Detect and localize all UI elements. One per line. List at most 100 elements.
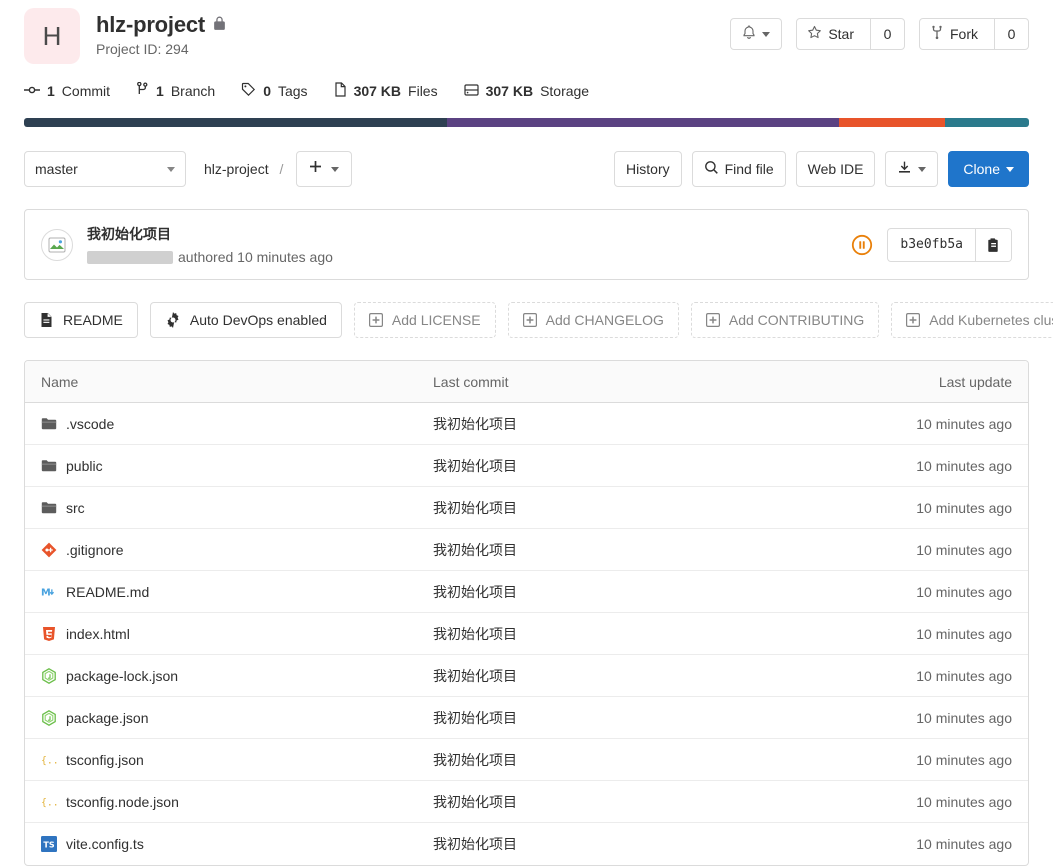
bell-icon xyxy=(742,25,756,43)
table-row[interactable]: .vscode 我初始化项目 10 minutes ago xyxy=(25,403,1028,445)
breadcrumb-root[interactable]: hlz-project xyxy=(204,161,269,177)
last-commit-cell[interactable]: 我初始化项目 xyxy=(433,792,862,812)
last-commit-cell[interactable]: 我初始化项目 xyxy=(433,582,862,602)
table-row[interactable]: public 我初始化项目 10 minutes ago xyxy=(25,445,1028,487)
stat-value: 1 xyxy=(156,83,164,99)
language-segment-0 xyxy=(24,118,448,127)
file-link[interactable]: README.md xyxy=(66,584,149,600)
file-name-cell: {..} tsconfig.node.json xyxy=(41,794,433,810)
repo-toolbar: master hlz-project / History Find file W… xyxy=(24,151,1029,187)
last-commit-cell[interactable]: 我初始化项目 xyxy=(433,498,862,518)
last-commit-cell[interactable]: 我初始化项目 xyxy=(433,414,862,434)
table-row[interactable]: TS vite.config.ts 我初始化项目 10 minutes ago xyxy=(25,823,1028,865)
add-to-repo-button[interactable] xyxy=(296,151,353,187)
commit-sha-group: b3e0fb5a xyxy=(887,227,1012,262)
stat-storage: 307 KB Storage xyxy=(463,83,589,100)
web-ide-button[interactable]: Web IDE xyxy=(795,151,876,187)
add-license-button[interactable]: Add LICENSE xyxy=(353,302,496,338)
stat-value: 307 KB xyxy=(353,83,402,99)
clone-button[interactable]: Clone xyxy=(948,151,1029,187)
column-last-update: Last update xyxy=(938,373,1012,390)
commit-title[interactable]: 我初始化项目 xyxy=(87,224,333,244)
json-icon: {..} xyxy=(41,752,57,768)
fork-label: Fork xyxy=(950,26,978,42)
table-header: Name Last commit Last update xyxy=(25,361,1028,403)
history-button[interactable]: History xyxy=(614,151,682,187)
table-row[interactable]: M README.md 我初始化项目 10 minutes ago xyxy=(25,571,1028,613)
add-changelog-button[interactable]: Add CHANGELOG xyxy=(507,302,679,338)
table-row[interactable]: package.json 我初始化项目 10 minutes ago xyxy=(25,697,1028,739)
html5-icon xyxy=(41,626,57,642)
file-name-cell: TS vite.config.ts xyxy=(41,836,433,852)
stat-tags[interactable]: 0 Tags xyxy=(241,82,308,100)
file-name-cell: {..} tsconfig.json xyxy=(41,752,433,768)
readme-button[interactable]: README xyxy=(24,302,138,338)
add-contributing-button[interactable]: Add CONTRIBUTING xyxy=(690,302,880,338)
star-count: 0 xyxy=(870,19,904,49)
fork-icon xyxy=(930,25,944,43)
language-bar xyxy=(24,118,1029,127)
last-commit-cell[interactable]: 我初始化项目 xyxy=(433,834,862,854)
file-name-cell: public xyxy=(41,458,433,474)
table-row[interactable]: src 我初始化项目 10 minutes ago xyxy=(25,487,1028,529)
stat-value: 1 xyxy=(47,83,55,99)
last-commit-cell[interactable]: 我初始化项目 xyxy=(433,456,862,476)
plus-icon xyxy=(309,160,322,178)
find-file-button[interactable]: Find file xyxy=(691,151,786,187)
file-link[interactable]: src xyxy=(66,500,85,516)
notifications-button[interactable] xyxy=(730,18,783,50)
last-commit-cell[interactable]: 我初始化项目 xyxy=(433,750,862,770)
folder-icon xyxy=(41,416,57,432)
quick-action-label: Add CONTRIBUTING xyxy=(728,312,865,328)
add-kubernetes-cluster-button[interactable]: Add Kubernetes cluster xyxy=(891,302,1053,338)
file-link[interactable]: public xyxy=(66,458,103,474)
download-icon xyxy=(897,160,912,178)
file-name-cell: src xyxy=(41,500,433,516)
last-commit-cell[interactable]: 我初始化项目 xyxy=(433,624,862,644)
copy-icon[interactable] xyxy=(975,228,1011,261)
commit-authored-text: authored 10 minutes ago xyxy=(178,249,333,265)
stat-label: Files xyxy=(408,83,438,99)
svg-text:TS: TS xyxy=(43,841,54,850)
table-row[interactable]: {..} tsconfig.json 我初始化项目 10 minutes ago xyxy=(25,739,1028,781)
svg-text:{..}: {..} xyxy=(41,797,57,808)
chevron-down-icon xyxy=(918,166,927,172)
readme-icon xyxy=(39,312,54,328)
file-tree-table: Name Last commit Last update .vscode 我初始化… xyxy=(24,360,1029,866)
json-icon: {..} xyxy=(41,794,57,810)
stat-branches[interactable]: 1 Branch xyxy=(136,81,216,100)
stat-commits[interactable]: 1 Commit xyxy=(24,83,110,100)
fork-button[interactable]: Fork 0 xyxy=(919,18,1029,50)
file-link[interactable]: vite.config.ts xyxy=(66,836,144,852)
table-row[interactable]: index.html 我初始化项目 10 minutes ago xyxy=(25,613,1028,655)
clone-label: Clone xyxy=(963,161,1000,177)
file-link[interactable]: index.html xyxy=(66,626,130,642)
markdown-icon: M xyxy=(41,584,57,600)
file-link[interactable]: tsconfig.json xyxy=(66,752,144,768)
branch-selector[interactable]: master xyxy=(24,151,186,187)
plus-square-icon xyxy=(522,313,537,327)
avatar xyxy=(41,228,73,261)
auto-devops-enabled-button[interactable]: Auto DevOps enabled xyxy=(149,302,342,338)
last-commit-cell[interactable]: 我初始化项目 xyxy=(433,540,862,560)
download-button[interactable] xyxy=(885,151,939,187)
table-row[interactable]: .gitignore 我初始化项目 10 minutes ago xyxy=(25,529,1028,571)
last-commit-cell[interactable]: 我初始化项目 xyxy=(433,666,862,686)
last-commit-cell[interactable]: 我初始化项目 xyxy=(433,708,862,728)
star-button[interactable]: Star 0 xyxy=(796,18,905,50)
file-link[interactable]: package-lock.json xyxy=(66,668,178,684)
last-update-cell: 10 minutes ago xyxy=(916,793,1012,810)
table-row[interactable]: package-lock.json 我初始化项目 10 minutes ago xyxy=(25,655,1028,697)
file-name-cell: package-lock.json xyxy=(41,668,433,684)
chevron-down-icon xyxy=(167,166,175,172)
stat-label: Branch xyxy=(170,83,216,99)
file-link[interactable]: tsconfig.node.json xyxy=(66,794,179,810)
language-segment-1 xyxy=(447,118,840,127)
commit-sha[interactable]: b3e0fb5a xyxy=(888,229,975,261)
table-row[interactable]: {..} tsconfig.node.json 我初始化项目 10 minutes a… xyxy=(25,781,1028,823)
pipeline-pending-icon[interactable] xyxy=(851,234,873,256)
file-link[interactable]: package.json xyxy=(66,710,149,726)
file-link[interactable]: .vscode xyxy=(66,416,114,432)
file-link[interactable]: .gitignore xyxy=(66,542,124,558)
last-update-cell: 10 minutes ago xyxy=(916,625,1012,642)
